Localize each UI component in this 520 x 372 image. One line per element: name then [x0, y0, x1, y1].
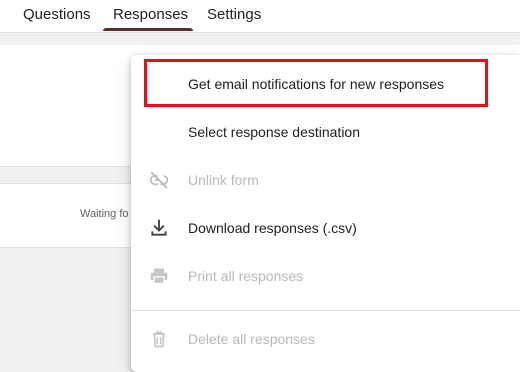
tab-responses[interactable]: Responses [113, 6, 188, 23]
unlink-icon [149, 170, 169, 190]
menu-divider [131, 310, 520, 311]
download-icon [149, 218, 169, 238]
menu-item-delete-responses: Delete all responses [131, 317, 520, 361]
menu-item-print-responses: Print all responses [131, 254, 520, 298]
menu-item-unlink-form: Unlink form [131, 158, 520, 202]
menu-item-select-destination[interactable]: Select response destination [131, 110, 520, 154]
menu-item-label: Select response destination [188, 124, 360, 140]
tab-bar: Questions Responses Settings [0, 0, 520, 33]
highlight-box [144, 59, 488, 107]
print-icon [149, 266, 169, 286]
active-tab-indicator [103, 28, 193, 31]
menu-item-label: Delete all responses [188, 331, 315, 347]
menu-item-label: Download responses (.csv) [188, 220, 357, 236]
tab-questions[interactable]: Questions [23, 6, 91, 23]
menu-item-label: Print all responses [188, 268, 304, 284]
menu-item-download-csv[interactable]: Download responses (.csv) [131, 206, 520, 250]
tab-settings[interactable]: Settings [207, 6, 261, 23]
waiting-text: Waiting fo [80, 208, 129, 220]
trash-icon [149, 329, 169, 349]
menu-item-label: Unlink form [188, 172, 259, 188]
